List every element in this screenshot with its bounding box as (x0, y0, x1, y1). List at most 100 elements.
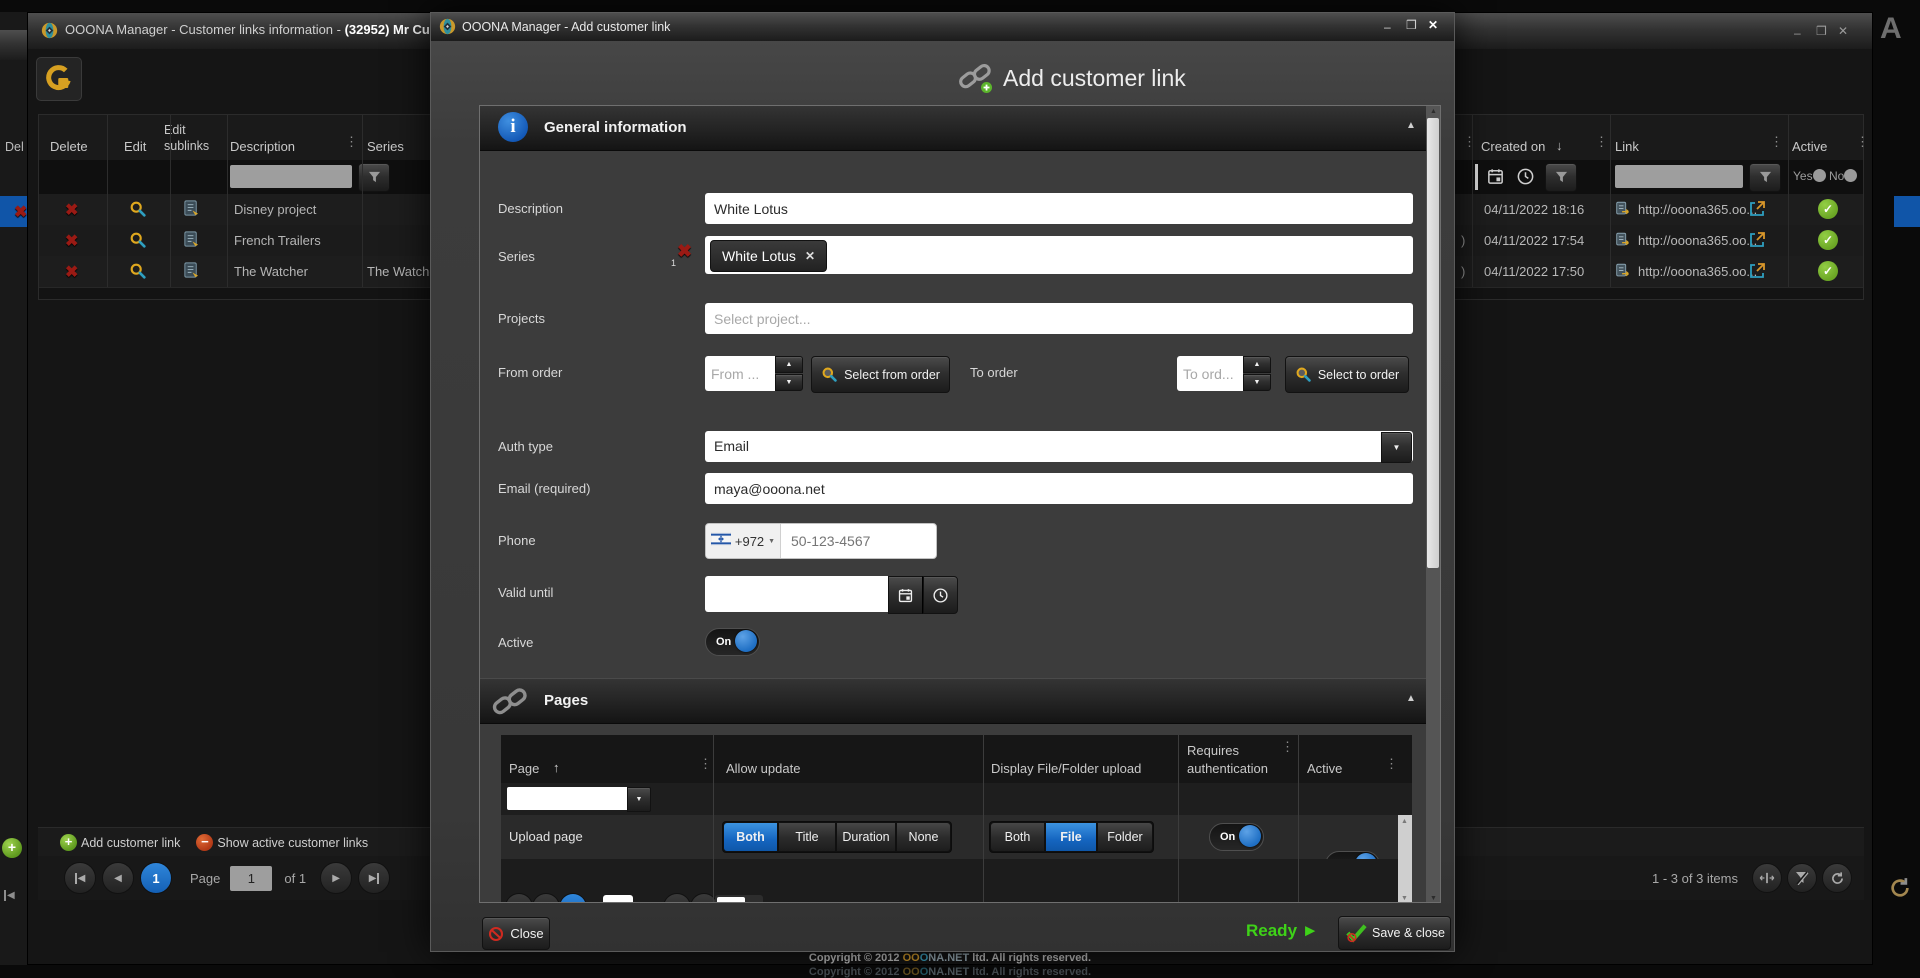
collapse-chevron-icon[interactable]: ▲ (1406, 120, 1416, 131)
leftmost-selected-row[interactable]: ✖ (0, 196, 27, 227)
page-column-menu-icon[interactable]: ⋮ (699, 759, 712, 769)
description-filter-input[interactable] (230, 165, 352, 188)
prev-page-button[interactable]: ◀ (102, 862, 134, 894)
to-order-input[interactable] (1177, 356, 1243, 391)
delete-row-icon[interactable]: ✖ (65, 262, 78, 282)
active-toggle[interactable]: On (705, 628, 760, 656)
edit-sublinks-icon[interactable] (182, 199, 201, 223)
grid-current-page-button[interactable] (559, 893, 587, 903)
col-header-grid-active[interactable]: Active (1307, 761, 1342, 776)
active-column-menu-icon[interactable]: ⋮ (1856, 137, 1869, 147)
outer-refresh-icon[interactable] (1888, 876, 1912, 905)
grid-prev-page-button[interactable] (532, 893, 560, 903)
dialog-maximize-button[interactable]: ❒ (1406, 19, 1417, 31)
spin-down-icon[interactable]: ▼ (775, 374, 803, 391)
pages-grid-scrollbar[interactable]: ▲ ▼ (1398, 815, 1412, 903)
sort-desc-icon[interactable]: ↓ (1556, 138, 1563, 153)
allow-update-option-both[interactable]: Both (724, 823, 777, 851)
grid-next-page-button[interactable] (663, 893, 691, 903)
delete-row-icon[interactable]: ✖ (65, 231, 78, 251)
created-filter-button[interactable] (1545, 163, 1577, 192)
display-upload-option-folder[interactable]: Folder (1098, 823, 1152, 851)
grid-active-column-menu-icon[interactable]: ⋮ (1385, 759, 1398, 769)
allow-update-option-duration[interactable]: Duration (837, 823, 895, 851)
edit-sublinks-icon[interactable] (182, 261, 201, 285)
last-page-button[interactable]: ▶ (358, 862, 390, 894)
allow-update-option-none[interactable]: None (897, 823, 950, 851)
link-copy-icon[interactable] (1614, 200, 1632, 223)
dialog-scrollbar-thumb[interactable] (1427, 118, 1439, 568)
col-header-created-on[interactable]: Created on (1481, 139, 1545, 154)
col-header-delete[interactable]: Delete (50, 139, 88, 154)
link-cell[interactable]: http://ooona365.oo... (1638, 202, 1757, 217)
date-picker-icon[interactable] (888, 576, 923, 614)
link-copy-icon[interactable] (1614, 231, 1632, 254)
general-info-header[interactable]: i General information ▲ (480, 106, 1440, 151)
next-page-button[interactable]: ▶ (320, 862, 352, 894)
edit-row-icon[interactable] (129, 200, 147, 223)
display-upload-option-both[interactable]: Both (991, 823, 1044, 851)
open-link-icon[interactable] (1747, 199, 1767, 224)
collapse-chevron-icon[interactable]: ▲ (1406, 693, 1416, 704)
spin-up-icon[interactable]: ▲ (1243, 356, 1271, 373)
hidden-column-menu-icon[interactable]: ⋮ (1463, 137, 1476, 147)
close-button[interactable]: ✕ (1838, 25, 1848, 37)
minimize-button[interactable]: – (1794, 27, 1801, 39)
toolbar-home-button[interactable] (36, 57, 82, 101)
leftmost-first-page-icon[interactable]: ◀ (4, 890, 15, 901)
email-input[interactable] (705, 473, 1413, 504)
select-to-order-button[interactable]: Select to order (1285, 356, 1409, 393)
clear-filters-button[interactable] (1787, 863, 1817, 893)
col-header-requires-auth[interactable]: Requires authentication (1187, 742, 1279, 777)
created-date-filter-icon[interactable] (1486, 167, 1505, 191)
phone-number-input[interactable] (781, 533, 936, 549)
link-copy-icon[interactable] (1614, 262, 1632, 285)
link-column-menu-icon[interactable]: ⋮ (1770, 137, 1783, 147)
save-and-close-button[interactable]: Save & close (1338, 916, 1451, 950)
pages-grid-row[interactable]: Upload page Both Title Duration None Bot… (501, 815, 1412, 860)
link-cell[interactable]: http://ooona365.oo... (1638, 233, 1757, 248)
auth-type-dropdown-icon[interactable]: ▼ (1381, 432, 1412, 463)
auth-type-select[interactable]: Email ▼ (705, 431, 1413, 462)
delete-row-icon[interactable]: ✖ (65, 200, 78, 220)
requires-auth-toggle[interactable]: On (1209, 823, 1264, 851)
to-order-spinner[interactable]: ▲ ▼ (1243, 356, 1271, 391)
col-header-display-upload[interactable]: Display File/Folder upload (991, 761, 1141, 776)
valid-until-input[interactable] (705, 576, 888, 612)
col-header-series[interactable]: Series (367, 139, 404, 154)
grid-first-page-button[interactable] (505, 893, 533, 903)
first-page-button[interactable]: ◀ (64, 862, 96, 894)
col-header-page[interactable]: Page (509, 761, 539, 776)
spin-down-icon[interactable]: ▼ (1243, 374, 1271, 391)
created-on-column-menu-icon[interactable]: ⋮ (1595, 137, 1608, 147)
edit-row-icon[interactable] (129, 231, 147, 254)
phone-country-select[interactable]: +972 ▼ (706, 524, 781, 558)
refresh-button[interactable] (1822, 863, 1852, 893)
description-column-menu-icon[interactable]: ⋮ (345, 137, 358, 147)
requires-auth-column-menu-icon[interactable]: ⋮ (1281, 742, 1294, 752)
leftmost-add-icon[interactable]: + (2, 838, 22, 858)
link-cell[interactable]: http://ooona365.oo... (1638, 264, 1757, 279)
from-order-input[interactable] (705, 356, 775, 391)
series-input[interactable]: White Lotus ✕ (705, 236, 1413, 274)
dialog-close-footer-button[interactable]: Close (482, 917, 550, 950)
spin-up-icon[interactable]: ▲ (775, 356, 803, 373)
time-picker-icon[interactable] (923, 576, 958, 614)
created-time-filter-icon[interactable] (1516, 167, 1535, 191)
add-customer-link-button[interactable]: + Add customer link (60, 834, 180, 851)
edit-sublinks-icon[interactable] (182, 230, 201, 254)
series-clear-icon[interactable]: ✖ (677, 241, 692, 262)
active-no-radio[interactable]: No (1829, 169, 1857, 183)
grid-page-input[interactable] (603, 895, 633, 903)
col-header-description[interactable]: Description (230, 139, 295, 154)
col-header-allow-update[interactable]: Allow update (726, 761, 800, 776)
open-link-icon[interactable] (1747, 230, 1767, 255)
dialog-scrollbar-track[interactable]: ▲ ▼ (1426, 106, 1440, 903)
current-page-button[interactable]: 1 (140, 862, 172, 894)
page-filter-dropdown-icon[interactable]: ▼ (627, 787, 651, 812)
description-input[interactable] (705, 193, 1413, 224)
tag-remove-icon[interactable]: ✕ (805, 249, 815, 263)
link-filter-button[interactable] (1749, 163, 1781, 192)
delete-icon[interactable]: ✖ (14, 202, 27, 222)
select-from-order-button[interactable]: Select from order (811, 356, 950, 393)
